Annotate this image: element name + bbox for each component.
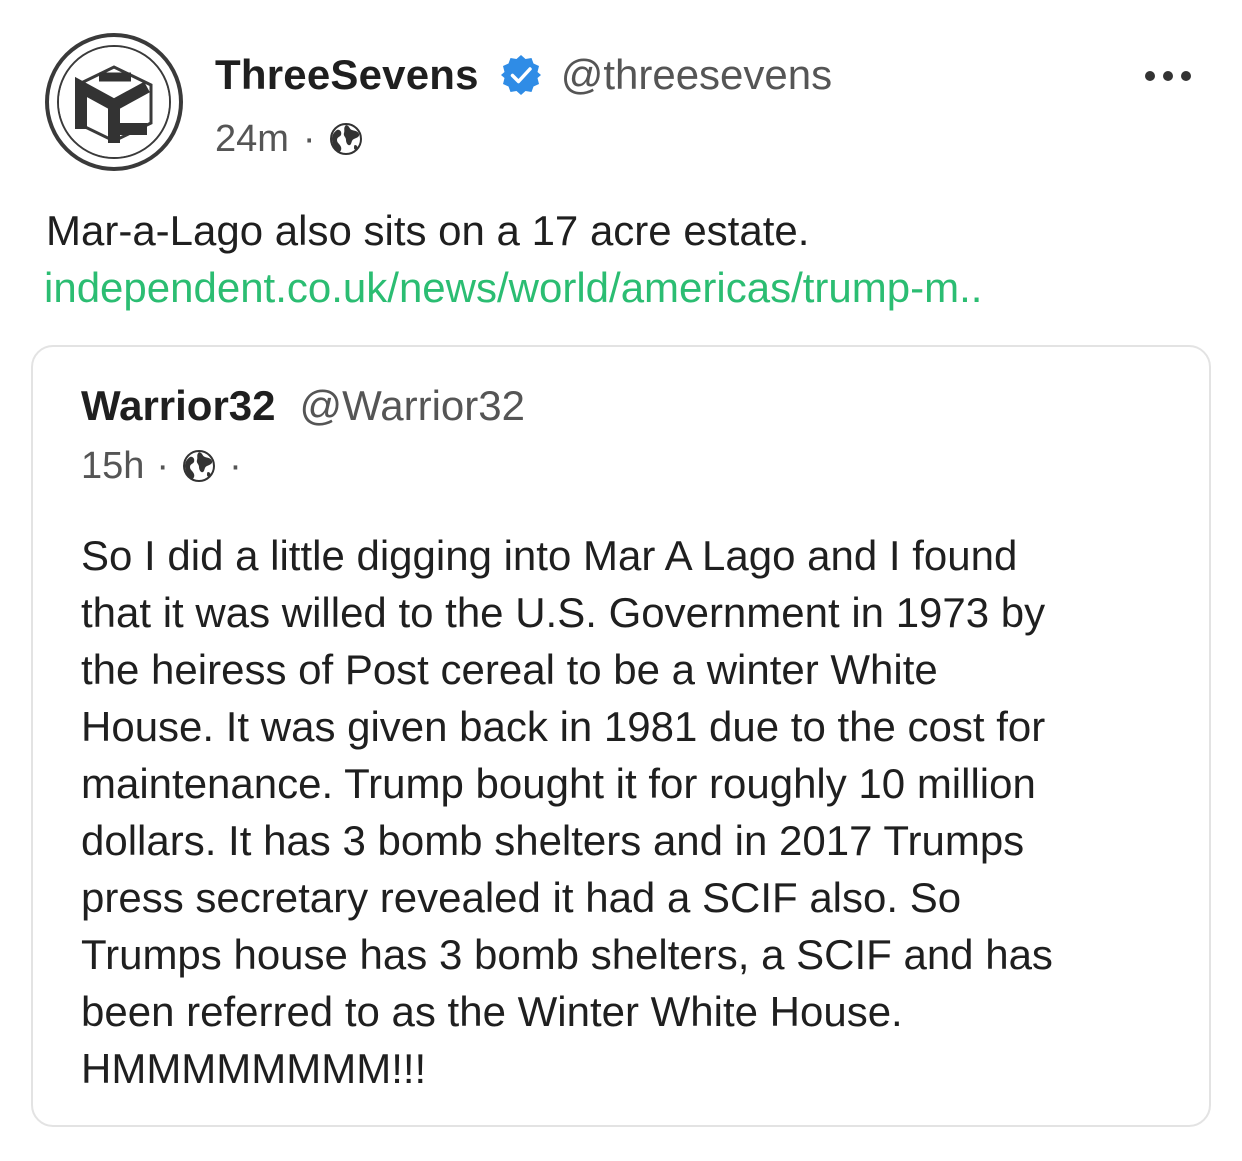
quoted-text-line: been referred to as the Winter White Hou…: [81, 988, 903, 1035]
avatar[interactable]: [45, 33, 183, 171]
more-horizontal-icon[interactable]: [1140, 62, 1196, 90]
post: ThreeSevens @threesevens 24m · Mar-a-Lag…: [0, 0, 1242, 1161]
post-text: Mar-a-Lago also sits on a 17 acre estate…: [46, 207, 810, 254]
post-timestamp[interactable]: 24m: [215, 118, 289, 161]
globe-icon: [181, 448, 217, 484]
quoted-post-header: Warrior32 @Warrior32: [81, 380, 525, 432]
quoted-text-line: Trumps house has 3 bomb shelters, a SCIF…: [81, 931, 1053, 978]
author-handle[interactable]: @threesevens: [561, 51, 832, 99]
quoted-text-line: press secretary revealed it had a SCIF a…: [81, 874, 962, 921]
post-header: ThreeSevens @threesevens: [215, 48, 832, 102]
quoted-text-line: HMMMMMMMM!!!: [81, 1045, 427, 1092]
quoted-post-card[interactable]: Warrior32 @Warrior32 15h · · So I did a …: [31, 345, 1211, 1127]
quoted-text-line: So I did a little digging into Mar A Lag…: [81, 532, 1018, 579]
verified-badge-icon: [499, 53, 543, 97]
quoted-text-line: maintenance. Trump bought it for roughly…: [81, 760, 1036, 807]
quoted-text-line: the heiress of Post cereal to be a winte…: [81, 646, 938, 693]
quoted-text-line: dollars. It has 3 bomb shelters and in 2…: [81, 817, 1025, 864]
post-meta: 24m ·: [215, 116, 364, 162]
quoted-post-text: So I did a little digging into Mar A Lag…: [81, 527, 1181, 1097]
quoted-text-line: that it was willed to the U.S. Governmen…: [81, 589, 1046, 636]
globe-icon: [328, 121, 364, 157]
cube-logo-icon: [57, 45, 171, 159]
post-link[interactable]: independent.co.uk/news/world/americas/tr…: [44, 262, 982, 314]
quoted-author-handle[interactable]: @Warrior32: [300, 382, 525, 430]
quoted-text-line: House. It was given back in 1981 due to …: [81, 703, 1046, 750]
meta-separator: ·: [156, 444, 170, 487]
author-display-name[interactable]: ThreeSevens: [215, 51, 479, 99]
quoted-post-timestamp[interactable]: 15h: [81, 445, 144, 488]
meta-separator: ·: [229, 444, 242, 487]
quoted-author-display-name[interactable]: Warrior32: [81, 382, 276, 430]
meta-separator: ·: [302, 117, 316, 160]
quoted-post-meta: 15h · ·: [81, 443, 242, 489]
